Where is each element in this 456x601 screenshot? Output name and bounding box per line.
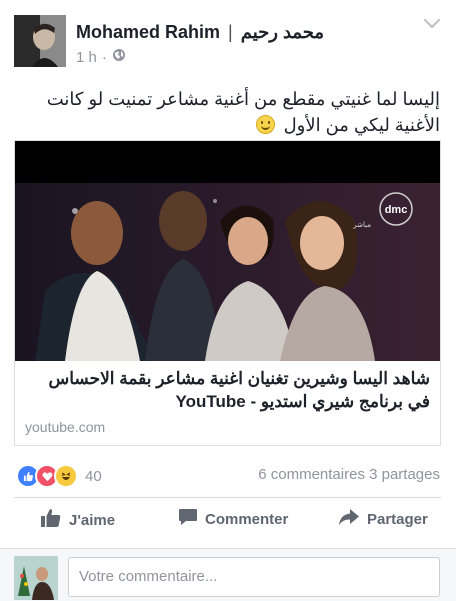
like-button[interactable]: J'aime bbox=[40, 508, 115, 532]
actions-divider bbox=[14, 497, 441, 498]
post-meta: 1 h · bbox=[76, 48, 126, 66]
post-message: إليسا لما غنيتي مقطع من أغنية مشاعر تمني… bbox=[16, 86, 440, 138]
post-text: إليسا لما غنيتي مقطع من أغنية مشاعر تمني… bbox=[46, 89, 440, 135]
thumbs-up-icon bbox=[40, 508, 62, 532]
reaction-count: 40 bbox=[85, 467, 102, 485]
link-domain: youtube.com bbox=[25, 419, 106, 435]
author-name-line[interactable]: Mohamed Rahim | محمد رحيم bbox=[76, 22, 324, 43]
chevron-down-icon[interactable] bbox=[423, 17, 441, 31]
reactions-summary[interactable]: 40 bbox=[16, 464, 102, 488]
link-thumbnail[interactable]: dmc مباشر bbox=[15, 141, 440, 361]
share-button[interactable]: Partager bbox=[338, 508, 428, 530]
like-label: J'aime bbox=[69, 511, 116, 529]
comment-composer: Votre commentaire... bbox=[0, 548, 456, 601]
author-alt-name[interactable]: محمد رحيم bbox=[241, 22, 324, 42]
post-card: Mohamed Rahim | محمد رحيم 1 h · إليسا لما … bbox=[0, 0, 456, 548]
comments-shares-count[interactable]: 6 commentaires 3 partages bbox=[258, 466, 440, 483]
smiley-emoji-icon bbox=[255, 115, 275, 134]
author-name[interactable]: Mohamed Rahim bbox=[76, 22, 220, 42]
channel-logo-text: dmc bbox=[385, 204, 408, 216]
dot-separator: · bbox=[101, 48, 107, 66]
share-arrow-icon bbox=[338, 508, 360, 530]
link-title[interactable]: شاهد اليسا وشيرين تغنيان اغنية مشاعر بقم… bbox=[25, 367, 430, 413]
post-actions: J'aime Commenter Partager bbox=[0, 508, 456, 538]
post-time[interactable]: 1 h bbox=[76, 49, 97, 66]
haha-reaction-icon bbox=[54, 464, 78, 488]
comment-bubble-icon bbox=[178, 508, 198, 530]
share-label: Partager bbox=[367, 510, 428, 528]
comment-label: Commenter bbox=[205, 510, 289, 528]
comment-button[interactable]: Commenter bbox=[178, 508, 288, 530]
channel-live-label: مباشر bbox=[352, 221, 371, 229]
globe-icon bbox=[112, 48, 126, 66]
current-user-avatar[interactable] bbox=[14, 556, 58, 600]
author-avatar[interactable] bbox=[14, 15, 66, 67]
name-separator: | bbox=[228, 22, 233, 42]
link-preview[interactable]: dmc مباشر شاهد اليسا وشيرين تغنيان اغنية… bbox=[14, 140, 441, 446]
comment-input[interactable]: Votre commentaire... bbox=[68, 557, 440, 597]
